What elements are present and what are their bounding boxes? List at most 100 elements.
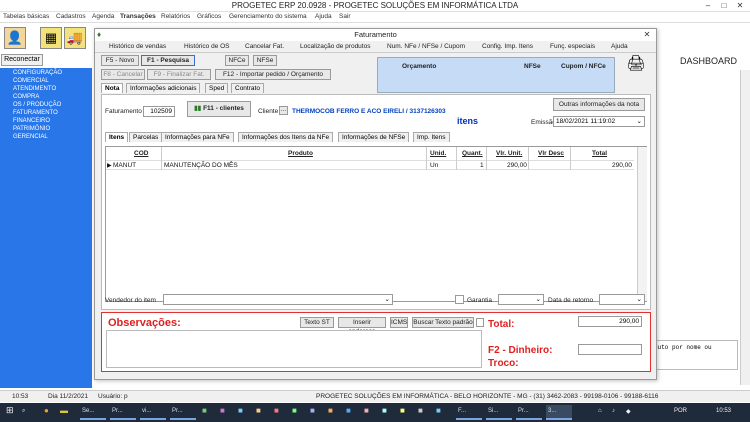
menu-sair[interactable]: Sair [339, 13, 351, 20]
menu-ajuda[interactable]: Ajuda [315, 13, 332, 20]
menu-relatorios[interactable]: Relatórios [161, 13, 190, 20]
dmenu-localizacao[interactable]: Localização de produtos [300, 43, 370, 50]
dmenu-cancelar-fat[interactable]: Cancelar Fat. [245, 43, 284, 50]
app-icon[interactable]: ■ [346, 406, 351, 415]
cell-cod[interactable]: MANUT [113, 162, 136, 169]
truck-icon[interactable]: 🚚 [64, 27, 86, 49]
app-icon[interactable]: ■ [400, 406, 405, 415]
menu-transacoes[interactable]: Transações [120, 13, 156, 20]
app-icon[interactable]: ■ [274, 406, 279, 415]
col-vlr-desc[interactable]: Vlr Desc [538, 150, 564, 157]
cell-quant[interactable]: 1 [480, 162, 484, 169]
garantia-select[interactable]: ⌄ [498, 294, 544, 305]
col-total[interactable]: Total [592, 150, 607, 157]
items-grid[interactable]: COD Produto Unid. Quant. Vlr. Unit. Vlr … [105, 146, 647, 302]
dmenu-num-nfe[interactable]: Num. NFe / NFSe / Cupom [387, 43, 465, 50]
volume-icon[interactable]: ♪ [612, 408, 615, 414]
module-item[interactable]: CONFIGURAÇÃO [13, 70, 62, 76]
tab-sped[interactable]: Sped [205, 83, 229, 93]
module-item[interactable]: COMPRA [13, 94, 39, 100]
close-icon[interactable]: ✕ [732, 0, 748, 11]
app-icon[interactable]: ■ [364, 406, 369, 415]
app-icon[interactable]: ■ [382, 406, 387, 415]
cell-total[interactable]: 290,00 [612, 162, 632, 169]
cliente-lookup-button[interactable]: ... [279, 106, 288, 115]
buscar-texto-button[interactable]: Buscar Texto padrão [412, 317, 474, 328]
module-item[interactable]: FINANCEIRO [13, 118, 50, 124]
module-item[interactable]: COMERCIAL [13, 78, 49, 84]
printer-icon[interactable]: 🖨 [625, 54, 647, 76]
language-indicator[interactable]: POR [674, 408, 687, 414]
user-icon[interactable]: 👤 [4, 27, 26, 49]
dmenu-ajuda[interactable]: Ajuda [611, 43, 628, 50]
building-icon[interactable]: ▦ [40, 27, 62, 49]
data-retorno-field[interactable]: ⌄ [599, 294, 645, 305]
buscar-texto-checkbox[interactable] [476, 318, 484, 327]
col-unid[interactable]: Unid. [430, 150, 446, 157]
cell-vlr-unit[interactable]: 290,00 [507, 162, 527, 169]
menu-tabelas[interactable]: Tabelas básicas [3, 13, 49, 20]
vendedor-select[interactable]: ⌄ [163, 294, 393, 305]
menu-agenda[interactable]: Agenda [92, 13, 114, 20]
finalizar-button[interactable]: F9 - Finalizar Fat. [147, 69, 211, 80]
menu-graficos[interactable]: Gráficos [197, 13, 221, 20]
dmenu-historico-os[interactable]: Histórico de OS [184, 43, 230, 50]
menu-cadastros[interactable]: Cadastros [56, 13, 86, 20]
icms-button[interactable]: ICMS [390, 317, 408, 328]
col-produto[interactable]: Produto [288, 150, 313, 157]
dashboard-scrollbar[interactable] [740, 70, 750, 385]
module-item[interactable]: FATURAMENTO [13, 110, 58, 116]
app-icon[interactable]: ■ [328, 406, 333, 415]
taskbar-item[interactable]: Pr... [110, 405, 136, 420]
faturamento-number-field[interactable]: 102509 [143, 106, 175, 117]
app-icon[interactable]: ■ [256, 406, 261, 415]
cancelar-button[interactable]: F8 - Cancelar [101, 69, 145, 80]
explorer-icon[interactable]: ▬ [60, 406, 68, 415]
tab-info-adicionais[interactable]: Informações adicionais [126, 83, 201, 93]
col-quant[interactable]: Quant. [462, 150, 483, 157]
nfse-button[interactable]: NFSe [253, 55, 277, 66]
taskbar-clock[interactable]: 10:53 [716, 408, 731, 414]
cell-produto[interactable]: MANUTENÇÃO DO MÊS [164, 162, 238, 169]
firefox-icon[interactable]: ● [44, 406, 49, 415]
app-icon[interactable]: ■ [220, 406, 225, 415]
tab-info-nfe[interactable]: Informações para NFe [161, 132, 234, 142]
tab-contrato[interactable]: Contrato [231, 83, 264, 93]
emissao-field[interactable]: 18/02/2021 11:19:02 ⌄ [553, 116, 645, 127]
outras-info-button[interactable]: Outras informações da nota [553, 98, 645, 111]
module-item[interactable]: PATRIMÔNIO [13, 126, 50, 132]
taskbar-item[interactable]: Se... [80, 405, 106, 420]
tab-info-itens-nfe[interactable]: Informações dos Itens da NFe [238, 132, 334, 142]
search-icon[interactable]: ⌕ [22, 408, 25, 415]
col-vlr-unit[interactable]: Vlr. Unit. [496, 150, 522, 157]
cell-unid[interactable]: Un [430, 162, 438, 169]
tab-imp-itens[interactable]: Imp. Itens [413, 132, 450, 142]
dmenu-funcoes[interactable]: Funç. especiais [550, 43, 595, 50]
pesquisa-button[interactable]: F1 - Pesquisa [141, 55, 195, 66]
taskbar-item[interactable]: F... [456, 405, 482, 420]
minimize-icon[interactable]: – [700, 0, 716, 11]
importar-button[interactable]: F12 - Importar pedido / Orçamento [215, 69, 331, 80]
tab-nota[interactable]: Nota [101, 83, 124, 93]
grid-scrollbar[interactable] [637, 147, 647, 301]
reconnect-button[interactable]: Reconectar [1, 54, 43, 66]
app-icon[interactable]: ■ [238, 406, 243, 415]
module-item[interactable]: GERENCIAL [13, 134, 48, 140]
clientes-button[interactable]: ▮▮ F11 - clientes [187, 101, 251, 117]
observacoes-textarea[interactable] [106, 330, 482, 368]
taskbar-item[interactable]: 3... [546, 405, 572, 420]
dmenu-config-imp[interactable]: Config. Imp. Itens [482, 43, 533, 50]
module-item[interactable]: OS / PRODUÇÃO [13, 102, 61, 108]
col-cod[interactable]: COD [134, 150, 148, 157]
nfce-button[interactable]: NFCe [225, 55, 249, 66]
novo-button[interactable]: F5 - Novo [101, 55, 139, 66]
taskbar-item[interactable]: Pr... [516, 405, 542, 420]
maximize-icon[interactable]: □ [716, 0, 732, 11]
app-icon[interactable]: ■ [418, 406, 423, 415]
garantia-checkbox[interactable] [455, 295, 464, 304]
app-icon[interactable]: ■ [436, 406, 441, 415]
menu-gerenciamento[interactable]: Gerenciamento do sistema [229, 13, 307, 20]
app-icon[interactable]: ■ [292, 406, 297, 415]
app-icon[interactable]: ■ [202, 406, 207, 415]
taskbar-item[interactable]: Si... [486, 405, 512, 420]
